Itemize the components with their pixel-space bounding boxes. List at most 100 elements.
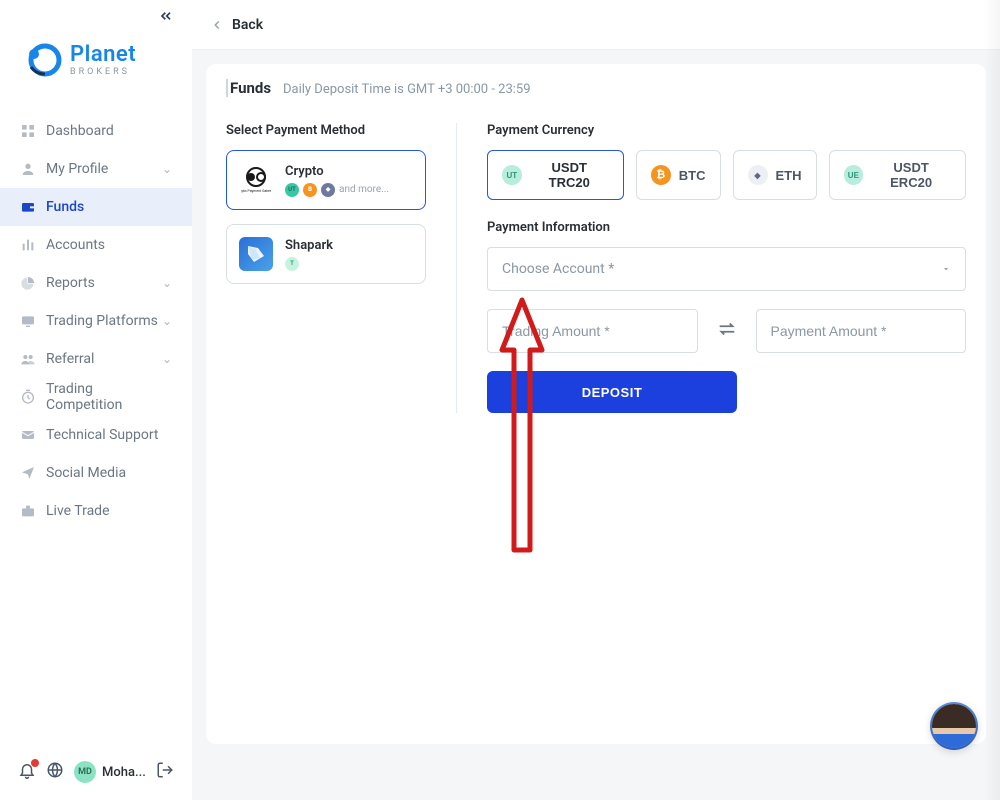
usdt-chip-icon: UT [285,183,299,197]
swap-icon [716,318,738,340]
payment-method-shapark[interactable]: Shapark T [226,224,426,284]
payment-method-crypto[interactable]: Crypto Payment Gateway Crypto UT B ◆ and… [226,150,426,210]
platform-icon [20,313,36,329]
logout-icon [156,761,174,779]
sidebar-item-trading-platforms[interactable]: Trading Platforms ⌄ [0,302,192,340]
main-area: Back Funds Daily Deposit Time is GMT +3 … [192,0,1000,800]
eth-badge-icon: ◆ [748,165,768,185]
sidebar-item-social-media[interactable]: Social Media [0,454,192,492]
sidebar-item-label: Technical Support [46,427,172,443]
sidebar-footer: MD Moha... [0,744,192,800]
sidebar-item-technical-support[interactable]: Technical Support [0,416,192,454]
usdt-erc20-badge-icon: UE [844,165,864,185]
sidebar-item-reports[interactable]: Reports ⌄ [0,264,192,302]
currency-row: UT USDT TRC20 ₿ BTC ◆ ETH UE [487,150,966,200]
select-placeholder: Choose Account * [502,261,614,277]
currency-usdt-erc20[interactable]: UE USDT ERC20 [829,150,967,200]
payment-information-heading: Payment Information [487,220,966,235]
sidebar-item-label: Dashboard [46,123,172,139]
shapark-logo-icon [239,237,273,271]
shapark-chips: T [285,257,333,271]
planet-logo-icon [20,40,64,80]
sidebar-nav: Dashboard My Profile ⌄ Funds Accounts Re… [0,104,192,744]
payment-details-column: Payment Currency UT USDT TRC20 ₿ BTC ◆ E [456,123,966,413]
payment-method-name: Shapark [285,238,333,253]
grid-icon [20,123,36,139]
payment-currency-heading: Payment Currency [487,123,966,138]
chevron-down-icon: ⌄ [162,276,172,290]
people-icon [20,351,36,367]
swap-button[interactable] [714,318,740,344]
chevron-left-icon [210,18,224,32]
chat-widget[interactable] [930,702,978,750]
crypto-chips: UT B ◆ and more... [285,183,389,197]
sidebar-item-funds[interactable]: Funds [0,188,192,226]
brand-name: Planet [70,44,136,66]
paperplane-icon [20,465,36,481]
trading-amount-input[interactable] [502,323,683,339]
sidebar-collapse-button[interactable] [158,8,174,28]
currency-eth[interactable]: ◆ ETH [733,150,817,200]
notifications-button[interactable] [18,761,36,783]
sidebar-item-referral[interactable]: Referral ⌄ [0,340,192,378]
topbar: Back [192,0,1000,50]
user-menu[interactable]: MD Moha... [74,761,146,783]
page-title: Funds [226,79,271,97]
funds-card: Funds Daily Deposit Time is GMT +3 00:00… [206,64,986,744]
sidebar-item-accounts[interactable]: Accounts [0,226,192,264]
sidebar-item-label: Social Media [46,465,172,481]
sidebar-item-trading-competition[interactable]: Trading Competition [0,378,192,416]
back-label: Back [232,17,263,33]
toman-chip-icon: T [285,257,299,271]
sidebar: Planet BROKERS Dashboard My Profile ⌄ Fu… [0,0,192,800]
card-header: Funds Daily Deposit Time is GMT +3 00:00… [206,64,986,111]
sidebar-item-label: Live Trade [46,503,172,519]
currency-usdt-trc20[interactable]: UT USDT TRC20 [487,150,624,200]
bars-icon [20,237,36,253]
language-button[interactable] [46,761,64,783]
svg-text:Crypto Payment Gateway: Crypto Payment Gateway [241,189,271,193]
payment-amount-field[interactable] [756,309,967,353]
payment-method-name: Crypto [285,164,389,179]
currency-label: USDT TRC20 [530,160,609,190]
trading-amount-field[interactable] [487,309,698,353]
btc-chip-icon: B [303,183,317,197]
currency-btc[interactable]: ₿ BTC [636,150,721,200]
payment-method-column: Select Payment Method Crypto Payment Gat… [226,123,426,413]
globe-icon [46,761,64,779]
sidebar-item-label: Trading Competition [46,381,172,413]
briefcase-icon [20,503,36,519]
logout-button[interactable] [156,761,174,783]
brand-sub: BROKERS [70,68,136,77]
chat-avatar-icon [932,704,976,748]
wallet-icon [20,199,36,215]
pie-icon [20,275,36,291]
sidebar-item-label: Trading Platforms [46,313,162,329]
back-button[interactable]: Back [210,17,263,33]
user-name: Moha... [102,765,146,780]
currency-label: USDT ERC20 [871,160,951,190]
page-subtitle: Daily Deposit Time is GMT +3 00:00 - 23:… [283,82,531,97]
eth-chip-icon: ◆ [321,183,335,197]
sidebar-item-my-profile[interactable]: My Profile ⌄ [0,150,192,188]
sidebar-item-label: Accounts [46,237,172,253]
sidebar-item-dashboard[interactable]: Dashboard [0,112,192,150]
user-avatar: MD [74,761,96,783]
sidebar-item-label: Referral [46,351,162,367]
user-icon [20,161,36,177]
clock-icon [20,389,36,405]
choose-account-select[interactable]: Choose Account * [487,247,966,291]
sidebar-item-label: Reports [46,275,162,291]
btc-badge-icon: ₿ [651,165,671,185]
currency-label: BTC [679,168,706,183]
sidebar-item-label: Funds [46,199,172,215]
mail-icon [20,427,36,443]
chevron-down-icon: ⌄ [162,352,172,366]
deposit-button[interactable]: DEPOSIT [487,371,737,413]
payment-amount-input[interactable] [771,323,952,339]
caret-down-icon [941,264,951,274]
chevron-down-icon: ⌄ [162,314,172,328]
sidebar-item-label: My Profile [46,161,162,177]
notification-dot [31,759,39,767]
sidebar-item-live-trade[interactable]: Live Trade [0,492,192,530]
